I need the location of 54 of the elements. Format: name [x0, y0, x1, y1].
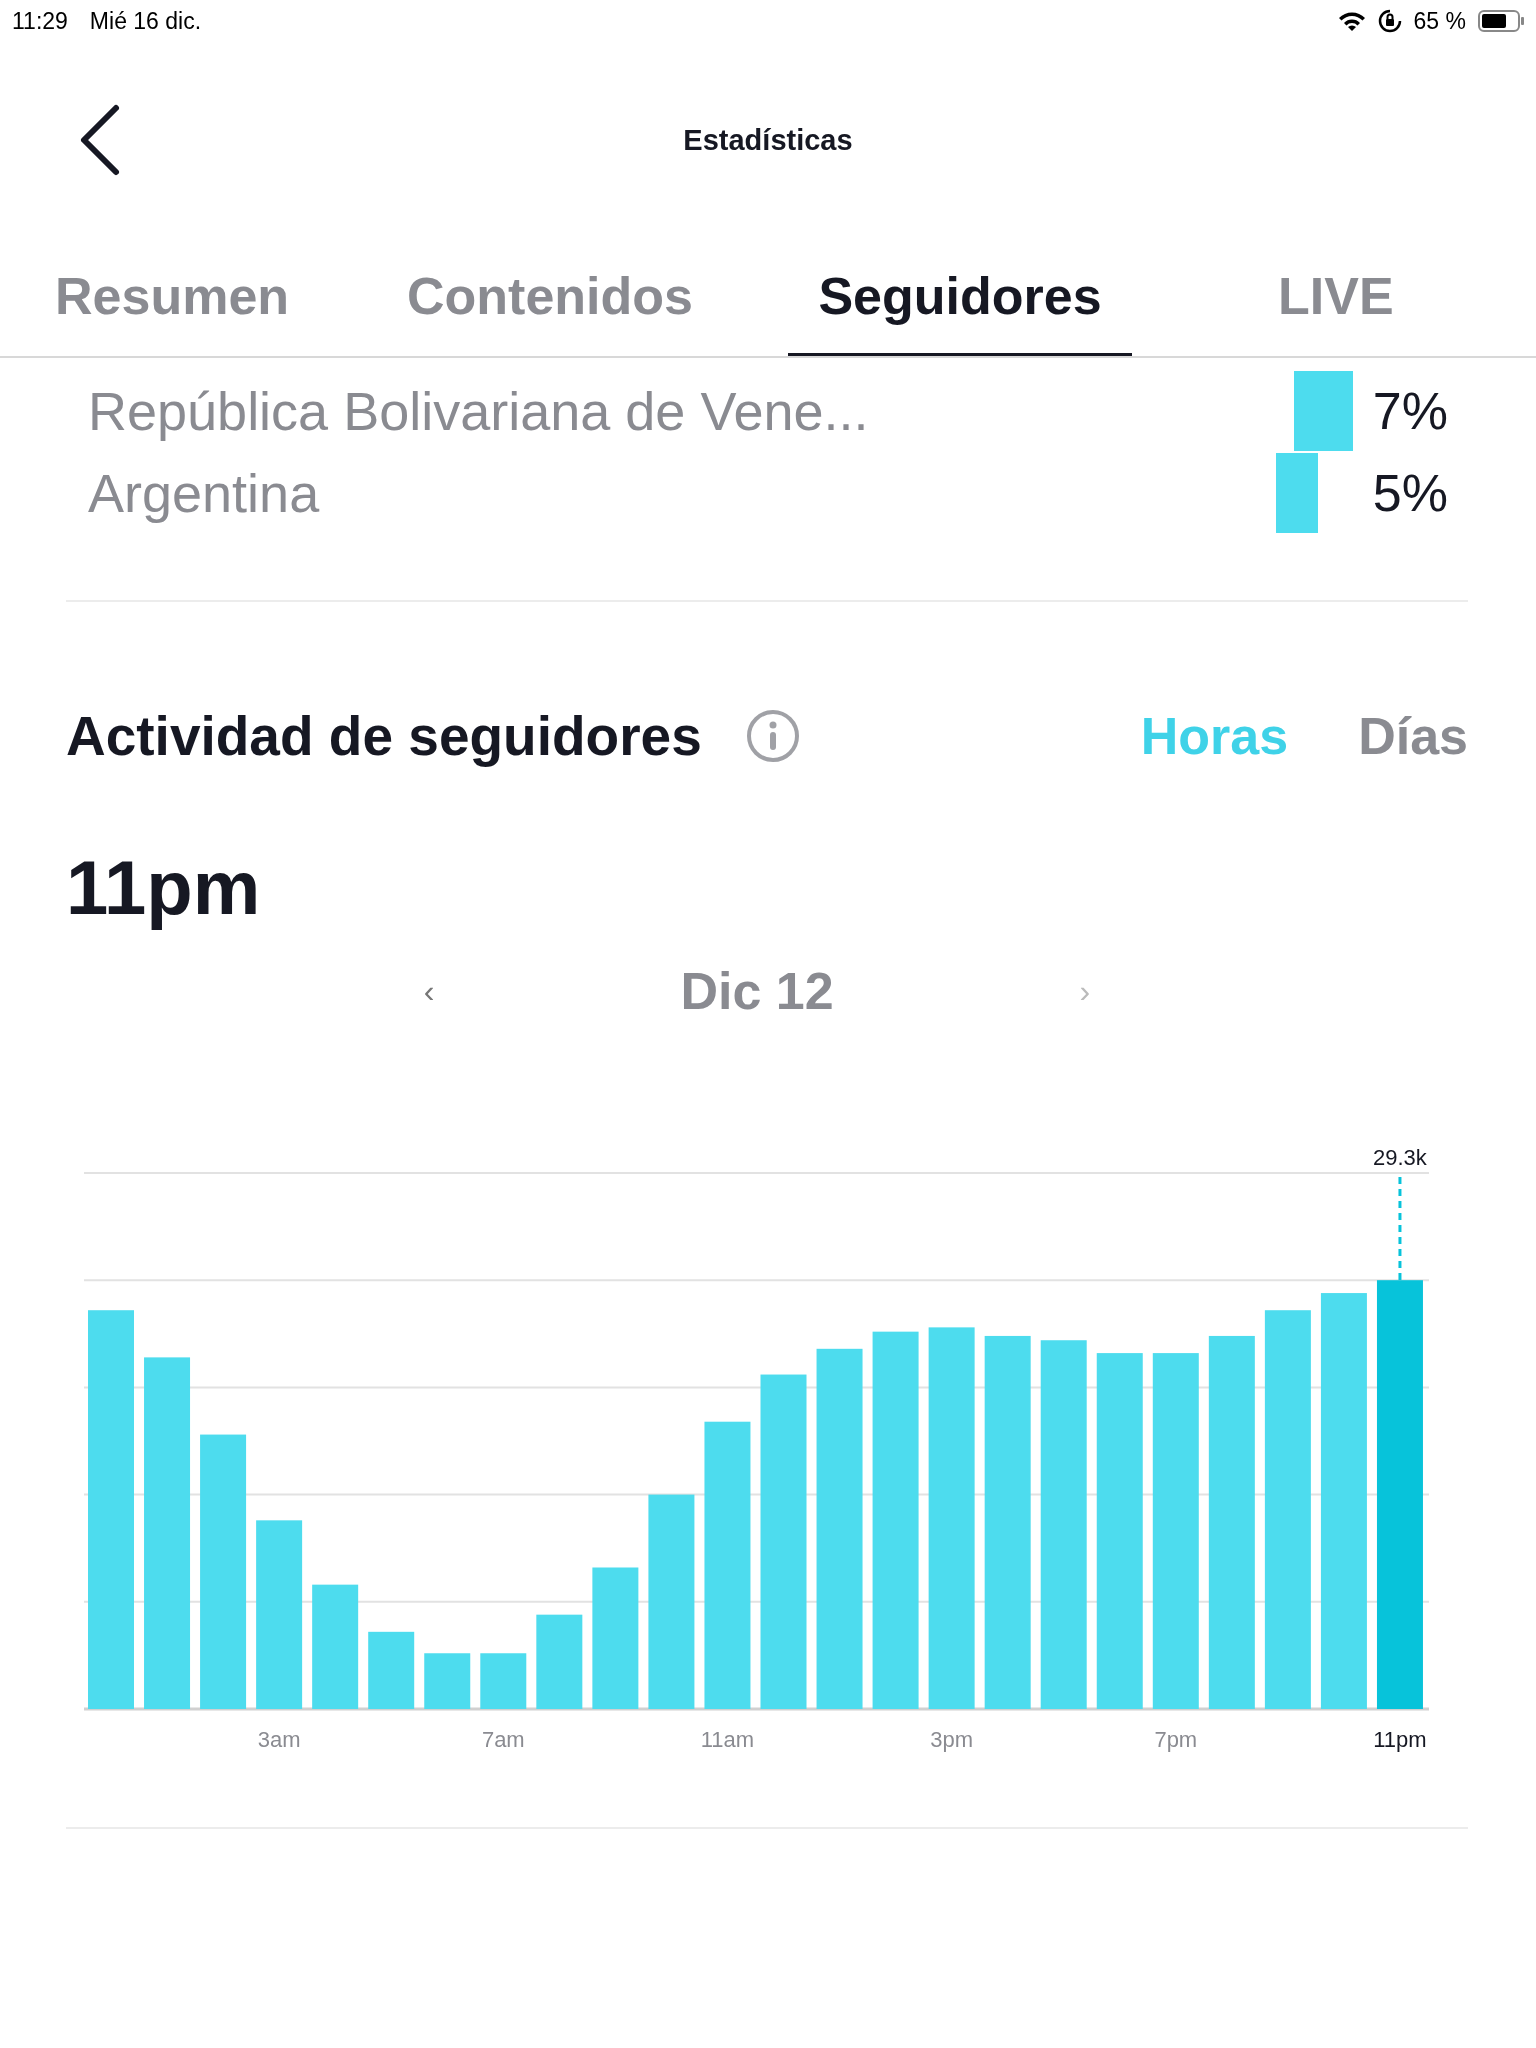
info-icon[interactable] — [745, 709, 800, 763]
section-title: Actividad de seguidores — [66, 704, 702, 768]
tab[interactable]: Contenidos — [407, 238, 788, 356]
bar[interactable] — [1264, 1310, 1311, 1709]
bar[interactable] — [1096, 1353, 1143, 1709]
battery-percent: 65 % — [1413, 7, 1466, 35]
bar[interactable] — [816, 1348, 863, 1709]
previous-button[interactable]: ‹ — [417, 972, 441, 1010]
bar[interactable] — [1376, 1280, 1423, 1709]
bar[interactable] — [1208, 1335, 1255, 1709]
next-button[interactable]: › — [1073, 972, 1097, 1010]
bar[interactable] — [200, 1434, 247, 1709]
axis-label: 11pm — [1373, 1727, 1427, 1752]
mode-toggle[interactable]: Días — [1358, 706, 1468, 766]
axis-label: 7am — [481, 1727, 525, 1752]
wifi-icon — [1337, 11, 1366, 31]
selected-hour: 11pm — [66, 845, 261, 930]
tab[interactable]: Resumen — [55, 238, 407, 356]
axis-label: 11am — [700, 1727, 755, 1752]
status-time: 11:29 — [12, 7, 68, 35]
rotation-lock-icon — [1377, 9, 1402, 33]
bar[interactable] — [872, 1331, 919, 1709]
country-name: República Bolivariana de Vene... — [88, 380, 869, 442]
bar[interactable] — [424, 1653, 471, 1709]
bar[interactable] — [1040, 1340, 1087, 1709]
value-label: 29.3k — [1373, 1145, 1427, 1170]
country-percent: 5% — [1371, 463, 1449, 523]
bar[interactable] — [592, 1567, 639, 1709]
bar[interactable] — [704, 1421, 751, 1709]
bar[interactable] — [256, 1520, 303, 1709]
battery-icon — [1478, 10, 1524, 32]
bar[interactable] — [88, 1310, 134, 1709]
bar[interactable] — [480, 1653, 527, 1709]
bar[interactable] — [1152, 1353, 1199, 1709]
bar[interactable] — [312, 1584, 359, 1709]
country-percent: 7% — [1371, 381, 1449, 441]
mode-toggle[interactable]: Horas — [1140, 706, 1289, 766]
axis-label: 3am — [257, 1727, 301, 1752]
page-title: Estadísticas — [682, 123, 854, 157]
date-label: Dic 12 — [680, 961, 834, 1021]
bar[interactable] — [984, 1335, 1031, 1709]
tab[interactable]: Seguidores — [788, 238, 1132, 356]
bar[interactable] — [144, 1357, 191, 1709]
bar[interactable] — [1320, 1293, 1367, 1709]
bar[interactable] — [536, 1614, 583, 1709]
bar[interactable] — [760, 1374, 807, 1709]
country-name: Argentina — [88, 462, 321, 524]
axis-label: 3pm — [930, 1727, 973, 1752]
bar[interactable] — [368, 1631, 415, 1709]
bar[interactable] — [648, 1494, 695, 1709]
axis-label: 7pm — [1154, 1727, 1198, 1752]
bar[interactable] — [928, 1327, 975, 1709]
status-date: Mié 16 dic. — [89, 7, 202, 35]
tab[interactable]: LIVE — [1278, 238, 1478, 356]
